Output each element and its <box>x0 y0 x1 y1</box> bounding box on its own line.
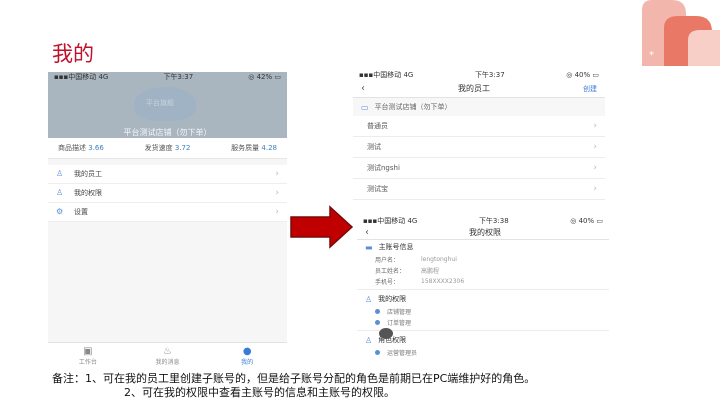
bullet-icon <box>375 309 380 314</box>
status-bar: ▪▪▪中国移动 4G 下午3:38 ◎ 40% ▭ <box>357 216 609 226</box>
notes: 备注：1、可在我的员工里创建子账号的，但是给子账号分配的角色是前期已在PC端维护… <box>52 372 535 400</box>
bullet-icon <box>375 320 380 325</box>
nav-title: 我的员工 <box>458 84 490 93</box>
store-group-label: 平台测试店铺（勿下单） <box>374 103 452 111</box>
menu-item-label: 设置 <box>74 208 88 216</box>
touch-indicator <box>379 328 393 339</box>
section-title: 我的权限 <box>378 295 407 303</box>
nav-title: 我的权限 <box>469 228 501 237</box>
menu-item-label: 我的权限 <box>74 189 102 197</box>
tab-workbench[interactable]: ▣ 工作台 <box>48 343 128 368</box>
chevron-right-icon: › <box>593 184 597 194</box>
gear-icon: ⚙ <box>56 207 64 216</box>
menu-item-label: 我的员工 <box>74 170 102 178</box>
menu-item-my-staff[interactable]: ♙ 我的员工 › <box>48 165 287 184</box>
carrier-text: ▪▪▪中国移动 4G <box>54 73 109 81</box>
role-permissions-section: ♙ 角色权限 <box>357 333 609 347</box>
section-title: 主账号信息 <box>378 243 414 251</box>
back-arrow-icon[interactable]: ‹ <box>361 83 365 94</box>
divider <box>357 289 609 290</box>
nav-bar: ‹ 我的员工 创建 <box>353 80 605 98</box>
staff-name: 普通员 <box>367 122 388 130</box>
note-line-1: 备注：1、可在我的员工里创建子账号的，但是给子账号分配的角色是前期已在PC端维护… <box>52 372 536 385</box>
role-icon: ♙ <box>365 335 373 345</box>
field-phone: 手机号： 158XXXX2306 <box>375 278 465 286</box>
menu-item-my-permissions[interactable]: ♙ 我的权限 › <box>48 184 287 203</box>
tab-label: 我的消息 <box>155 358 180 366</box>
back-arrow-icon[interactable]: ‹ <box>365 227 369 238</box>
profile-menu: ♙ 我的员工 › ♙ 我的权限 › ⚙ 设置 › <box>48 165 287 222</box>
permission-icon: ♙ <box>365 294 373 304</box>
profile-screenshot: ▪▪▪中国移动 4G 下午3:37 ◎ 42% ▭ 平台旗舰 平台测试店铺（勿下… <box>48 72 287 368</box>
staff-row[interactable]: 测试ngshi › <box>353 158 605 179</box>
menu-item-settings[interactable]: ⚙ 设置 › <box>48 203 287 222</box>
staff-row[interactable]: 普通员 › <box>353 116 605 137</box>
corner-decoration: * <box>642 0 720 66</box>
field-username: 用户名： lengtonghui <box>375 256 457 264</box>
role-item: 运营管理员 <box>357 347 609 358</box>
permission-item: 订单管理 <box>357 317 609 328</box>
account-info-section: ▬ 主账号信息 <box>357 240 609 254</box>
battery-text: ◎ 40% ▭ <box>566 71 599 79</box>
profile-icon: ● <box>242 345 252 357</box>
carrier-text: ▪▪▪中国移动 4G <box>363 217 418 225</box>
store-logo-text: 平台旗舰 <box>146 99 174 107</box>
tab-mine[interactable]: ● 我的 <box>207 343 287 368</box>
permission-item: 店铺管理 <box>357 306 609 317</box>
tab-messages[interactable]: ♨ 我的消息 <box>128 343 208 368</box>
permission-icon: ♙ <box>56 188 64 197</box>
tab-label: 我的 <box>241 358 254 366</box>
chevron-right-icon: › <box>593 142 597 152</box>
battery-text: ◎ 42% ▭ <box>248 73 281 81</box>
account-icon: ▬ <box>365 242 373 252</box>
rating-service: 服务质量 4.28 <box>231 144 277 152</box>
time-text: 下午3:37 <box>163 73 194 81</box>
message-icon: ♨ <box>163 345 172 357</box>
time-text: 下午3:38 <box>478 217 509 225</box>
bullet-icon <box>375 350 380 355</box>
right-arrow-icon <box>290 205 354 249</box>
profile-header: ▪▪▪中国移动 4G 下午3:37 ◎ 42% ▭ 平台旗舰 平台测试店铺（勿下… <box>48 72 287 138</box>
store-icon: ▭ <box>361 102 369 112</box>
rating-description: 商品描述 3.66 <box>58 144 104 152</box>
field-staff-name: 员工姓名： 高鹏程 <box>375 268 440 275</box>
tab-bar: ▣ 工作台 ♨ 我的消息 ● 我的 <box>48 342 287 368</box>
slide-title: 我的 <box>52 42 94 66</box>
carrier-text: ▪▪▪中国移动 4G <box>359 71 414 79</box>
store-ratings: 商品描述 3.66 发货速度 3.72 服务质量 4.28 <box>48 138 287 159</box>
workbench-icon: ▣ <box>83 345 93 357</box>
staff-row[interactable]: 测试 › <box>353 137 605 158</box>
corner-mark: * <box>649 50 654 61</box>
permissions-screenshot: ▪▪▪中国移动 4G 下午3:38 ◎ 40% ▭ ‹ 我的权限 ▬ 主账号信息… <box>357 216 609 368</box>
time-text: 下午3:37 <box>474 71 505 79</box>
status-bar: ▪▪▪中国移动 4G 下午3:37 ◎ 40% ▭ <box>353 70 605 80</box>
chevron-right-icon: › <box>275 207 279 217</box>
my-permissions-section: ♙ 我的权限 <box>357 292 609 306</box>
staff-name: 测试 <box>367 143 381 151</box>
staff-name: 测试ngshi <box>367 164 400 172</box>
note-line-2: 2、可在我的权限中查看主账号的信息和主账号的权限。 <box>124 386 395 399</box>
store-logo: 平台旗舰 <box>134 87 196 121</box>
staff-screenshot: ▪▪▪中国移动 4G 下午3:37 ◎ 40% ▭ ‹ 我的员工 创建 ▭ 平台… <box>353 70 605 204</box>
chevron-right-icon: › <box>275 188 279 198</box>
create-button[interactable]: 创建 <box>583 84 597 94</box>
chevron-right-icon: › <box>593 163 597 173</box>
tab-label: 工作台 <box>78 358 97 366</box>
chevron-right-icon: › <box>275 169 279 179</box>
divider <box>357 330 609 331</box>
battery-text: ◎ 40% ▭ <box>570 217 603 225</box>
chevron-right-icon: › <box>593 121 597 131</box>
nav-bar: ‹ 我的权限 <box>357 226 609 240</box>
store-name: 平台测试店铺（勿下单） <box>123 128 212 137</box>
rating-delivery: 发货速度 3.72 <box>144 144 191 152</box>
status-bar: ▪▪▪中国移动 4G 下午3:37 ◎ 42% ▭ <box>48 72 287 82</box>
staff-name: 测试宝 <box>367 185 388 193</box>
staff-row[interactable]: 测试宝 › <box>353 179 605 200</box>
store-group-header: ▭ 平台测试店铺（勿下单） <box>353 98 605 116</box>
user-group-icon: ♙ <box>56 169 64 178</box>
